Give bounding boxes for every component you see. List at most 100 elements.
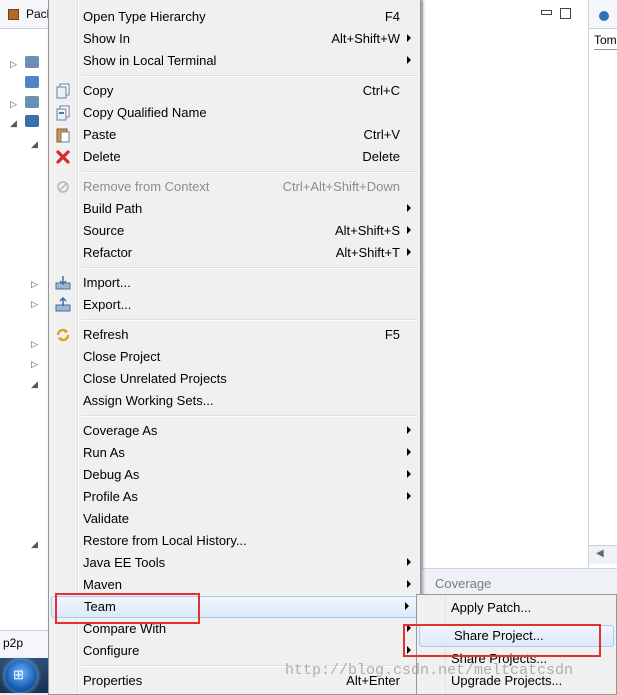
submenu-item-apply-patch[interactable]: Apply Patch...: [417, 597, 616, 619]
menu-item-accelerator: Ctrl+V: [363, 127, 400, 142]
taskbar: ⊞: [0, 658, 48, 693]
menu-item-accelerator: Alt+Shift+S: [334, 223, 400, 238]
export-icon: [55, 297, 71, 312]
divider: [594, 49, 617, 50]
menu-separator: [81, 319, 417, 321]
menu-item-assign-working-sets[interactable]: Assign Working Sets...: [49, 390, 420, 412]
context-menu: Open Type Hierarchy F4 Show In Alt+Shift…: [48, 0, 421, 695]
share-project-highlight-annotation: [403, 624, 601, 657]
menu-separator: [81, 415, 417, 417]
submenu-arrow-icon: [407, 226, 411, 234]
menu-item-copy-qualified-name[interactable]: Copy Qualified Name: [49, 102, 420, 124]
menu-item-label: Configure: [83, 643, 140, 658]
package-explorer-tab[interactable]: Pacl: [0, 0, 49, 29]
menu-item-export[interactable]: Export...: [49, 294, 420, 316]
submenu-arrow-icon: [407, 470, 411, 478]
start-button[interactable]: ⊞: [5, 660, 37, 692]
right-view-text: Tom: [594, 33, 617, 47]
tree-expand-icon[interactable]: ▷: [31, 279, 38, 290]
console-icon: [599, 11, 609, 21]
menu-item-label: Show In: [83, 31, 130, 46]
package-explorer-icon: [8, 9, 19, 20]
horizontal-scrollbar[interactable]: ◀: [589, 545, 617, 564]
submenu-arrow-icon: [407, 448, 411, 456]
menu-item-label: Source: [83, 223, 125, 238]
submenu-arrow-icon: [407, 558, 411, 566]
submenu-arrow-icon: [407, 492, 411, 500]
submenu-arrow-icon: [407, 34, 411, 42]
import-icon: [55, 276, 71, 290]
maven-project-icon: [25, 115, 39, 127]
menu-item-debug-as[interactable]: Debug As: [49, 464, 420, 486]
scroll-left-icon[interactable]: ◀: [596, 548, 604, 559]
menu-item-label: Profile As: [83, 489, 138, 504]
menu-item-source[interactable]: Source Alt+Shift+S: [49, 220, 420, 242]
menu-item-configure[interactable]: Configure: [49, 640, 420, 662]
menu-item-label: Apply Patch...: [451, 600, 532, 615]
submenu-arrow-icon: [407, 248, 411, 256]
menu-item-label: Assign Working Sets...: [83, 393, 214, 408]
menu-item-accelerator: F4: [384, 9, 400, 24]
menu-item-paste[interactable]: Paste Ctrl+V: [49, 124, 420, 146]
editor-area: [422, 0, 588, 568]
folder-icon: [25, 76, 39, 88]
menu-item-refresh[interactable]: Refresh F5: [49, 324, 420, 346]
watermark: http://blog.csdn.net/meltcatcsdn: [285, 662, 574, 679]
menu-item-show-in[interactable]: Show In Alt+Shift+W: [49, 28, 420, 50]
menu-item-label: Copy Qualified Name: [83, 105, 207, 120]
menu-item-label: Validate: [83, 511, 130, 526]
tree-expand-icon[interactable]: ▷: [31, 339, 38, 350]
project-icon: [25, 96, 39, 108]
remove-context-icon: [57, 181, 69, 193]
menu-item-show-in-local-terminal[interactable]: Show in Local Terminal: [49, 50, 420, 72]
menu-item-accelerator: Ctrl+Alt+Shift+Down: [282, 179, 400, 194]
menu-item-label: Copy: [83, 83, 114, 98]
menu-item-label: Java EE Tools: [83, 555, 166, 570]
paste-icon: [56, 128, 70, 143]
menu-item-delete[interactable]: Delete Delete: [49, 146, 420, 168]
menu-item-restore-local-history[interactable]: Restore from Local History...: [49, 530, 420, 552]
menu-item-label: Open Type Hierarchy: [83, 9, 206, 24]
menu-item-label: Import...: [83, 275, 131, 290]
minimize-icon[interactable]: [541, 10, 552, 15]
menu-item-label: Build Path: [83, 201, 143, 216]
menu-item-remove-from-context[interactable]: Remove from Context Ctrl+Alt+Shift+Down: [49, 176, 420, 198]
menu-separator: [81, 171, 417, 173]
menu-item-close-project[interactable]: Close Project: [49, 346, 420, 368]
tree-expand-icon[interactable]: ▷: [10, 59, 17, 70]
menu-item-label: Properties: [83, 673, 143, 688]
right-view-tab[interactable]: [589, 0, 617, 29]
menu-item-label: Close Unrelated Projects: [83, 371, 227, 386]
menu-item-copy[interactable]: Copy Ctrl+C: [49, 80, 420, 102]
copy-icon: [56, 83, 70, 99]
menu-item-accelerator: Delete: [362, 149, 400, 164]
menu-item-accelerator: F5: [384, 327, 400, 342]
menu-item-label: Refresh: [83, 327, 129, 342]
tree-collapse-icon[interactable]: ◢: [31, 379, 38, 390]
menu-item-close-unrelated-projects[interactable]: Close Unrelated Projects: [49, 368, 420, 390]
submenu-arrow-icon: [405, 602, 409, 610]
menu-item-label: Run As: [83, 445, 125, 460]
menu-item-refactor[interactable]: Refactor Alt+Shift+T: [49, 242, 420, 264]
tree-collapse-icon[interactable]: ◢: [10, 118, 17, 129]
tree-collapse-icon[interactable]: ◢: [31, 539, 38, 550]
p2p-tab[interactable]: p2p: [0, 630, 48, 659]
coverage-tab[interactable]: Coverage: [435, 576, 491, 591]
menu-item-java-ee-tools[interactable]: Java EE Tools: [49, 552, 420, 574]
menu-item-coverage-as[interactable]: Coverage As: [49, 420, 420, 442]
tree-collapse-icon[interactable]: ◢: [31, 139, 38, 150]
tree-expand-icon[interactable]: ▷: [31, 299, 38, 310]
package-explorer-view: Pacl ▷ ▷ ◢ ◢ ▷ ▷ ▷ ▷ ◢ ◢: [0, 0, 49, 630]
menu-item-validate[interactable]: Validate: [49, 508, 420, 530]
tree-expand-icon[interactable]: ▷: [10, 99, 17, 110]
tree-expand-icon[interactable]: ▷: [31, 359, 38, 370]
menu-separator: [81, 75, 417, 77]
menu-item-run-as[interactable]: Run As: [49, 442, 420, 464]
menu-item-profile-as[interactable]: Profile As: [49, 486, 420, 508]
windows-logo-icon: ⊞: [13, 667, 24, 682]
menu-item-build-path[interactable]: Build Path: [49, 198, 420, 220]
menu-item-import[interactable]: Import...: [49, 272, 420, 294]
delete-icon: [56, 150, 70, 164]
maximize-icon[interactable]: [560, 8, 571, 19]
menu-item-open-type-hierarchy[interactable]: Open Type Hierarchy F4: [49, 6, 420, 28]
